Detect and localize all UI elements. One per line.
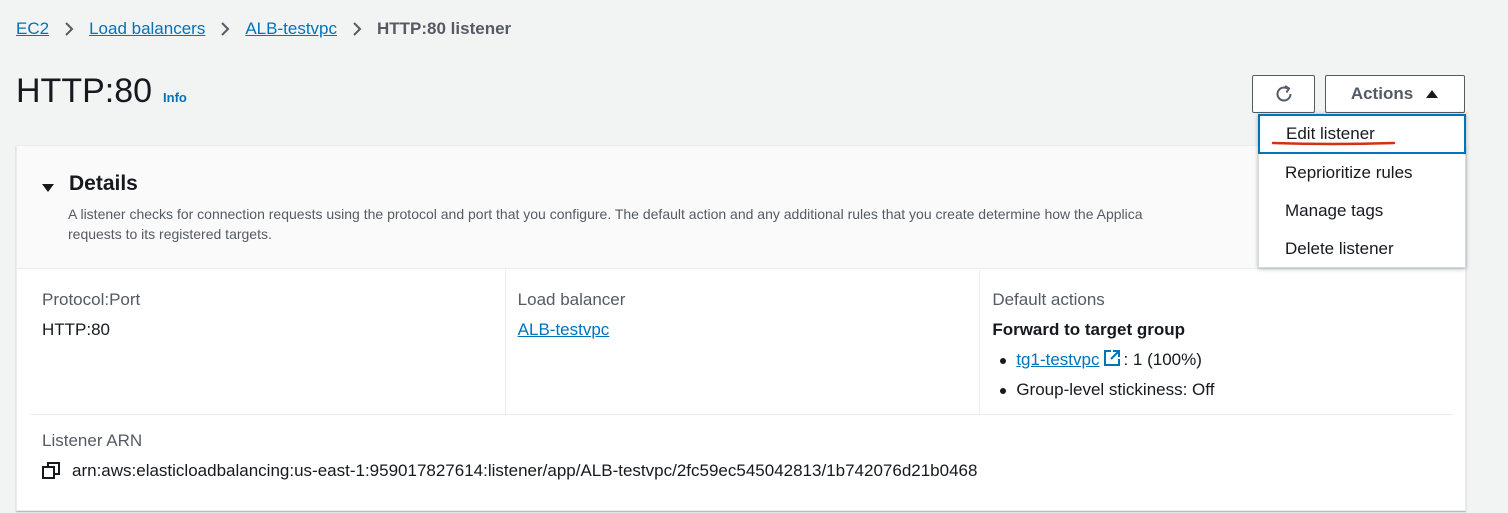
- details-columns: Protocol:Port HTTP:80 Load balancer ALB-…: [30, 270, 1454, 415]
- info-link[interactable]: Info: [163, 90, 187, 105]
- caret-up-icon: [1425, 89, 1439, 99]
- page-header: HTTP:80 Info: [16, 72, 187, 111]
- listener-arn-section: Listener ARN arn:aws:elasticloadbalancin…: [42, 431, 977, 481]
- breadcrumb-load-balancers[interactable]: Load balancers: [89, 19, 205, 39]
- breadcrumb: EC2 Load balancers ALB-testvpc HTTP:80 l…: [16, 19, 511, 39]
- protocol-port-value: HTTP:80: [42, 320, 111, 339]
- copy-icon[interactable]: [42, 462, 60, 480]
- page-title: HTTP:80: [16, 72, 153, 110]
- breadcrumb-alb[interactable]: ALB-testvpc: [245, 19, 337, 39]
- refresh-button[interactable]: [1252, 75, 1315, 113]
- listener-arn-value: arn:aws:elasticloadbalancing:us-east-1:9…: [72, 461, 978, 480]
- actions-label: Actions: [1350, 84, 1414, 103]
- protocol-port-label: Protocol:Port: [42, 290, 141, 309]
- stickiness-text: Group-level stickiness: Off: [1016, 380, 1215, 399]
- caret-down-icon[interactable]: [41, 180, 55, 198]
- details-header: Details A listener checks for connection…: [17, 146, 1465, 269]
- chevron-right-icon: [220, 21, 230, 37]
- default-actions-column: Default actions Forward to target group …: [979, 270, 1454, 414]
- details-description: A listener checks for connection request…: [68, 206, 1143, 242]
- chevron-right-icon: [352, 21, 362, 37]
- default-actions-label: Default actions: [992, 290, 1105, 309]
- menu-item-manage-tags[interactable]: Manage tags: [1259, 192, 1465, 230]
- breadcrumb-current: HTTP:80 listener: [377, 19, 512, 38]
- default-action-type: Forward to target group: [992, 320, 1185, 339]
- annotation-underline: [1271, 141, 1396, 146]
- listener-arn-label: Listener ARN: [42, 431, 143, 450]
- chevron-right-icon: [64, 21, 74, 37]
- load-balancer-label: Load balancer: [517, 290, 626, 309]
- refresh-icon: [1273, 83, 1295, 105]
- load-balancer-link[interactable]: ALB-testvpc: [518, 320, 610, 339]
- details-title[interactable]: Details: [69, 172, 138, 196]
- details-panel: Details A listener checks for connection…: [16, 145, 1466, 511]
- menu-item-reprioritize-rules[interactable]: Reprioritize rules: [1259, 154, 1465, 192]
- menu-item-delete-listener[interactable]: Delete listener: [1259, 230, 1465, 268]
- external-link-icon[interactable]: [1103, 348, 1121, 376]
- protocol-port-column: Protocol:Port HTTP:80: [30, 270, 505, 414]
- breadcrumb-ec2[interactable]: EC2: [16, 19, 49, 39]
- load-balancer-column: Load balancer ALB-testvpc: [504, 270, 980, 414]
- list-item: Group-level stickiness: Off: [992, 376, 1442, 404]
- default-actions-list: tg1-testvpc : 1 (100%) Group-level sticki…: [992, 346, 1442, 404]
- actions-button[interactable]: Actions: [1325, 75, 1465, 113]
- actions-menu: Edit listener Reprioritize rules Manage …: [1258, 113, 1466, 268]
- menu-item-edit-listener[interactable]: Edit listener: [1258, 114, 1466, 154]
- list-item: tg1-testvpc : 1 (100%): [992, 346, 1442, 376]
- target-group-weight: : 1 (100%): [1123, 350, 1202, 369]
- target-group-link[interactable]: tg1-testvpc: [1016, 350, 1099, 369]
